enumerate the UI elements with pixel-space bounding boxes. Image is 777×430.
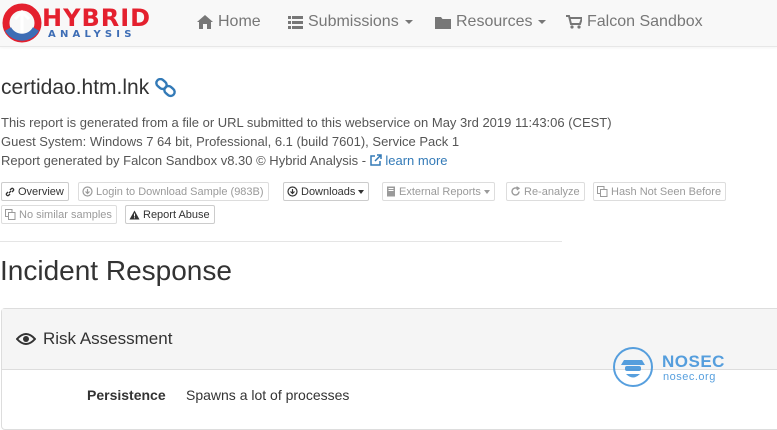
- download-circle-icon: [287, 186, 298, 197]
- login-download-sample-label: Login to Download Sample (983B): [96, 185, 264, 198]
- nav-submissions-label: Submissions: [308, 13, 399, 30]
- report-submission-info: This report is generated from a file or …: [1, 115, 612, 130]
- logo-emblem-icon: [2, 3, 42, 43]
- panel-title-text: Risk Assessment: [43, 329, 173, 348]
- chevron-down-icon: [404, 20, 413, 24]
- permalink-icon[interactable]: [155, 78, 177, 98]
- nav-submissions[interactable]: Submissions: [288, 11, 413, 33]
- persistence-value: Spawns a lot of processes: [186, 387, 350, 403]
- list-icon: [288, 15, 303, 29]
- chevron-down-icon: [483, 189, 490, 194]
- nav-falcon-sandbox[interactable]: Falcon Sandbox: [566, 11, 703, 33]
- no-similar-samples-button[interactable]: No similar samples: [1, 205, 117, 224]
- external-link-icon: [369, 154, 382, 166]
- hash-not-seen-label: Hash Not Seen Before: [611, 185, 722, 198]
- report-guest-system: Guest System: Windows 7 64 bit, Professi…: [1, 134, 460, 149]
- downloads-label: Downloads: [301, 185, 356, 198]
- eye-icon: [16, 333, 36, 345]
- logo-wordmark: HYBRID: [42, 4, 152, 32]
- hybrid-analysis-logo[interactable]: HYBRID ANALYSIS: [2, 3, 170, 43]
- re-analyze-button[interactable]: Re-analyze: [506, 182, 585, 201]
- hash-not-seen-button[interactable]: Hash Not Seen Before: [593, 182, 727, 201]
- watermark-title: NOSEC: [662, 352, 725, 371]
- no-similar-samples-label: No similar samples: [19, 208, 112, 221]
- report-filename: certidao.htm.lnk: [1, 76, 177, 100]
- nav-resources[interactable]: Resources: [435, 11, 547, 33]
- cart-icon: [566, 15, 582, 29]
- report-abuse-label: Report Abuse: [143, 208, 210, 221]
- nav-home[interactable]: Home: [197, 11, 261, 33]
- chevron-down-icon: [358, 189, 365, 194]
- divider: [0, 241, 562, 242]
- nav-home-label: Home: [218, 13, 261, 30]
- copy-icon: [597, 186, 608, 197]
- overview-label: Overview: [18, 185, 64, 198]
- learn-more-label: learn more: [385, 153, 448, 168]
- copy-icon: [5, 209, 16, 220]
- refresh-icon: [511, 186, 521, 196]
- external-reports-label: External Reports: [399, 185, 481, 198]
- book-icon: [387, 186, 395, 197]
- watermark-subtitle: nosec.org: [663, 371, 716, 383]
- logo-subtitle: ANALYSIS: [48, 29, 136, 40]
- downloads-button[interactable]: Downloads: [283, 182, 370, 201]
- panel-title: Risk Assessment: [16, 329, 172, 349]
- external-reports-button[interactable]: External Reports: [382, 182, 495, 201]
- nosec-watermark: NOSEC nosec.org: [612, 346, 732, 388]
- link-icon: [5, 187, 15, 196]
- report-generated-by: Report generated by Falcon Sandbox v8.30…: [1, 153, 448, 168]
- nosec-logo-icon: [613, 347, 653, 387]
- section-title: Incident Response: [0, 255, 232, 286]
- overview-button[interactable]: Overview: [1, 182, 69, 201]
- persistence-label: Persistence: [87, 387, 166, 403]
- top-navbar: HYBRID ANALYSIS Home Submissions Resourc…: [0, 0, 777, 47]
- download-circle-icon: [82, 186, 93, 197]
- chevron-down-icon: [538, 20, 547, 24]
- nav-falcon-sandbox-label: Falcon Sandbox: [587, 13, 703, 30]
- folder-icon: [435, 16, 451, 29]
- home-icon: [197, 15, 213, 29]
- report-abuse-button[interactable]: Report Abuse: [125, 205, 215, 224]
- filename-text: certidao.htm.lnk: [1, 76, 150, 99]
- nav-resources-label: Resources: [456, 13, 533, 30]
- warning-icon: [129, 210, 140, 219]
- login-download-sample-button[interactable]: Login to Download Sample (983B): [78, 182, 269, 201]
- re-analyze-label: Re-analyze: [524, 185, 580, 198]
- learn-more-link[interactable]: learn more: [369, 153, 448, 168]
- generated-by-text: Report generated by Falcon Sandbox v8.30…: [1, 153, 370, 168]
